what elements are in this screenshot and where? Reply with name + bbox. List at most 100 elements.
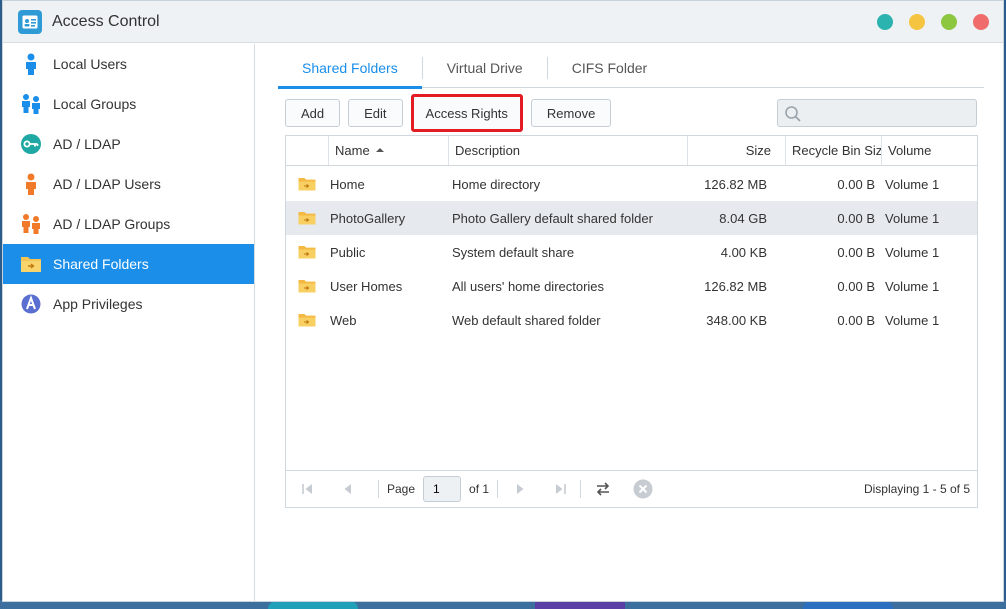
next-page-icon[interactable] <box>510 479 530 499</box>
main-panel: Shared Folders Virtual Drive CIFS Folder… <box>256 44 1003 601</box>
tab-virtual-drive[interactable]: Virtual Drive <box>423 52 547 88</box>
folder-volume: Volume 1 <box>885 244 940 260</box>
sort-ascending-icon <box>373 143 387 158</box>
page-number-input[interactable] <box>423 476 462 502</box>
search-box <box>777 99 977 127</box>
pagination-bar: Page of 1 Displaying 1 - 5 of 5 <box>286 470 977 507</box>
toolbar: Add Edit Access Rights Remove <box>285 94 612 132</box>
tab-cifs-folder[interactable]: CIFS Folder <box>548 52 671 88</box>
user-icon <box>20 53 42 75</box>
folder-name: User Homes <box>330 278 403 294</box>
sidebar-item-label: Shared Folders <box>53 256 149 272</box>
recycle-bin-size: 0.00 B <box>837 278 875 294</box>
sidebar-item-label: AD / LDAP Groups <box>53 216 171 232</box>
column-header-size[interactable]: Size <box>687 136 785 165</box>
column-header-description[interactable]: Description <box>448 136 687 165</box>
window-controls <box>877 14 989 30</box>
folder-name: Home <box>330 176 365 192</box>
desktop-app-icon[interactable] <box>535 601 625 609</box>
recycle-bin-size: 0.00 B <box>837 176 875 192</box>
table-row[interactable]: Web Web default shared folder 348.00 KB … <box>286 303 977 337</box>
column-header-volume[interactable]: Volume <box>881 136 977 165</box>
column-header-name[interactable]: Name <box>328 136 448 165</box>
folder-volume: Volume 1 <box>885 278 940 294</box>
folder-size: 348.00 KB <box>706 312 767 328</box>
sidebar-item-ad-ldap-groups[interactable]: AD / LDAP Groups <box>3 204 254 244</box>
key-icon <box>20 133 42 155</box>
folder-name: Web <box>330 312 357 328</box>
last-page-icon[interactable] <box>550 479 570 499</box>
app-privileges-icon <box>20 293 42 315</box>
folder-size: 126.82 MB <box>704 176 767 192</box>
sidebar: Local Users Local Groups AD / LDAP AD / … <box>3 44 255 601</box>
sidebar-item-label: Local Users <box>53 56 127 72</box>
shared-folder-icon <box>286 279 328 293</box>
folder-description: Photo Gallery default shared folder <box>452 210 653 226</box>
column-header-label: Name <box>335 143 370 158</box>
table-row[interactable]: Public System default share 4.00 KB 0.00… <box>286 235 977 269</box>
add-button[interactable]: Add <box>285 99 341 127</box>
minimize-button[interactable] <box>877 14 893 30</box>
tab-bar: Shared Folders Virtual Drive CIFS Folder <box>278 52 984 89</box>
access-control-window: Access Control Local Users Local Groups … <box>2 0 1004 602</box>
desktop-app-icon[interactable] <box>803 601 893 609</box>
sidebar-item-label: AD / LDAP Users <box>53 176 161 192</box>
pager-separator <box>497 480 499 498</box>
restore-button[interactable] <box>909 14 925 30</box>
desktop-app-icon[interactable] <box>268 601 358 609</box>
folder-description: All users' home directories <box>452 278 605 294</box>
table-row[interactable]: Home Home directory 126.82 MB 0.00 B Vol… <box>286 167 977 201</box>
previous-page-icon[interactable] <box>338 479 358 499</box>
folder-volume: Volume 1 <box>885 210 940 226</box>
sidebar-item-label: AD / LDAP <box>53 136 121 152</box>
recycle-bin-size: 0.00 B <box>837 312 875 328</box>
sidebar-item-ad-ldap[interactable]: AD / LDAP <box>3 124 254 164</box>
grid-header: Name Description Size Recycle Bin Size V… <box>286 136 977 166</box>
column-header-recycle-bin-size[interactable]: Recycle Bin Size <box>785 136 881 165</box>
clear-filter-icon[interactable] <box>633 479 653 499</box>
tab-shared-folders[interactable]: Shared Folders <box>278 52 422 89</box>
pager-separator <box>580 480 582 498</box>
folder-name: Public <box>330 244 366 260</box>
maximize-button[interactable] <box>941 14 957 30</box>
title-bar: Access Control <box>3 1 1003 43</box>
page-label: Page <box>387 482 416 496</box>
sidebar-item-local-groups[interactable]: Local Groups <box>3 84 254 124</box>
search-input[interactable] <box>806 100 976 126</box>
column-header-icon <box>286 136 328 165</box>
shared-folder-icon <box>286 245 328 259</box>
page-count-label: of 1 <box>469 482 490 496</box>
folder-size: 8.04 GB <box>719 210 767 226</box>
sidebar-item-label: App Privileges <box>53 296 143 312</box>
ldap-user-icon <box>20 173 42 195</box>
sidebar-item-ad-ldap-users[interactable]: AD / LDAP Users <box>3 164 254 204</box>
shared-folder-icon <box>286 177 328 191</box>
ldap-group-icon <box>20 213 42 235</box>
folder-name: PhotoGallery <box>330 210 406 226</box>
table-row[interactable]: PhotoGallery Photo Gallery default share… <box>286 201 977 235</box>
edit-button[interactable]: Edit <box>348 99 403 127</box>
folder-volume: Volume 1 <box>885 176 940 192</box>
shared-folders-grid: Name Description Size Recycle Bin Size V… <box>285 135 978 508</box>
sidebar-item-shared-folders[interactable]: Shared Folders <box>3 244 254 284</box>
folder-description: System default share <box>452 244 575 260</box>
shared-folder-icon <box>20 253 42 275</box>
close-button[interactable] <box>973 14 989 30</box>
group-icon <box>20 93 42 115</box>
table-row[interactable]: User Homes All users' home directories 1… <box>286 269 977 303</box>
sidebar-item-label: Local Groups <box>53 96 137 112</box>
remove-button[interactable]: Remove <box>530 99 612 127</box>
access-control-app-icon <box>18 9 42 34</box>
recycle-bin-size: 0.00 B <box>837 244 875 260</box>
sidebar-item-local-users[interactable]: Local Users <box>3 44 254 84</box>
pager-separator <box>378 480 379 498</box>
first-page-icon[interactable] <box>298 479 318 499</box>
folder-description: Web default shared folder <box>452 312 601 328</box>
refresh-icon[interactable] <box>593 479 613 499</box>
window-title: Access Control <box>52 12 160 30</box>
folder-description: Home directory <box>452 176 541 192</box>
access-rights-button[interactable]: Access Rights <box>410 94 523 132</box>
recycle-bin-size: 0.00 B <box>837 210 875 226</box>
sidebar-item-app-privileges[interactable]: App Privileges <box>3 284 254 324</box>
folder-size: 126.82 MB <box>704 278 767 294</box>
